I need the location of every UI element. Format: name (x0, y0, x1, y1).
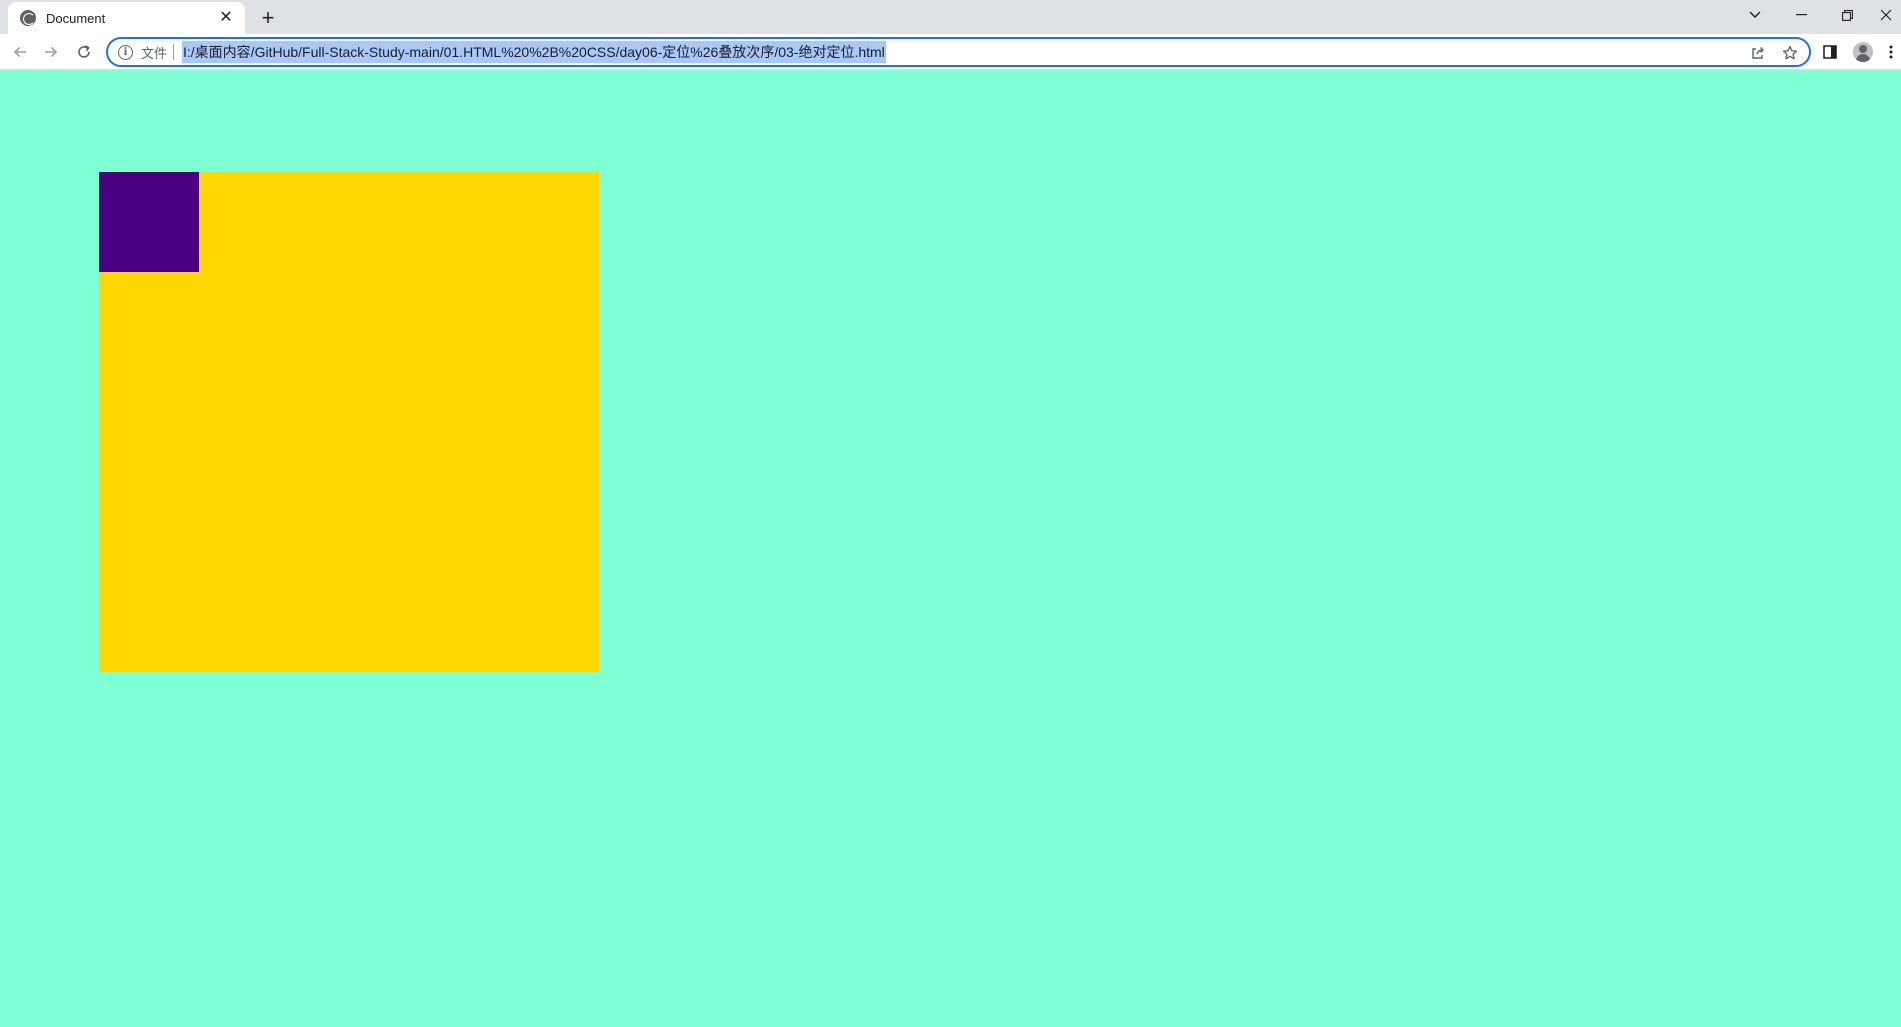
reload-button[interactable] (70, 38, 98, 66)
back-button[interactable] (6, 38, 34, 66)
tab-close-button[interactable]: ✕ (217, 9, 235, 27)
close-window-button[interactable] (1870, 0, 1901, 30)
reload-icon (78, 45, 90, 58)
forward-arrow-icon (45, 46, 58, 58)
forward-button[interactable] (37, 38, 65, 66)
page-viewport (0, 71, 1901, 1027)
share-button[interactable] (1749, 44, 1767, 62)
avatar-icon (1853, 42, 1873, 62)
restore-icon (1841, 9, 1853, 21)
new-tab-button[interactable]: + (255, 5, 281, 31)
info-icon[interactable]: i (118, 44, 133, 60)
restore-button[interactable] (1824, 0, 1870, 30)
kebab-menu-icon (1889, 45, 1893, 59)
absolute-child-box (99, 172, 199, 272)
close-icon (1880, 9, 1891, 21)
chevron-down-icon (1749, 11, 1761, 18)
minimize-button[interactable] (1778, 0, 1824, 30)
menu-button[interactable] (1883, 40, 1899, 64)
minimize-icon (1795, 14, 1807, 16)
profile-button[interactable] (1851, 40, 1875, 64)
tab-title: Document (46, 10, 106, 26)
tab-search-button[interactable] (1732, 0, 1778, 30)
parent-box (99, 172, 599, 672)
share-icon (1752, 47, 1764, 59)
globe-icon (20, 10, 36, 26)
side-panel-button[interactable] (1818, 40, 1842, 64)
side-panel-icon (1823, 45, 1837, 59)
address-bar[interactable]: i 文件 I:/桌面内容/GitHub/Full-Stack-Study-mai… (106, 37, 1811, 67)
back-arrow-icon (13, 46, 26, 58)
browser-tab[interactable]: Document ✕ (8, 2, 245, 34)
star-icon (1782, 45, 1798, 60)
bookmark-button[interactable] (1781, 44, 1799, 62)
scheme-label: 文件 (141, 45, 168, 61)
scheme-separator (173, 44, 175, 60)
browser-toolbar: i 文件 I:/桌面内容/GitHub/Full-Stack-Study-mai… (0, 34, 1901, 70)
tab-strip: Document ✕ + (0, 0, 1901, 34)
url-text[interactable]: I:/桌面内容/GitHub/Full-Stack-Study-main/01.… (182, 41, 886, 63)
